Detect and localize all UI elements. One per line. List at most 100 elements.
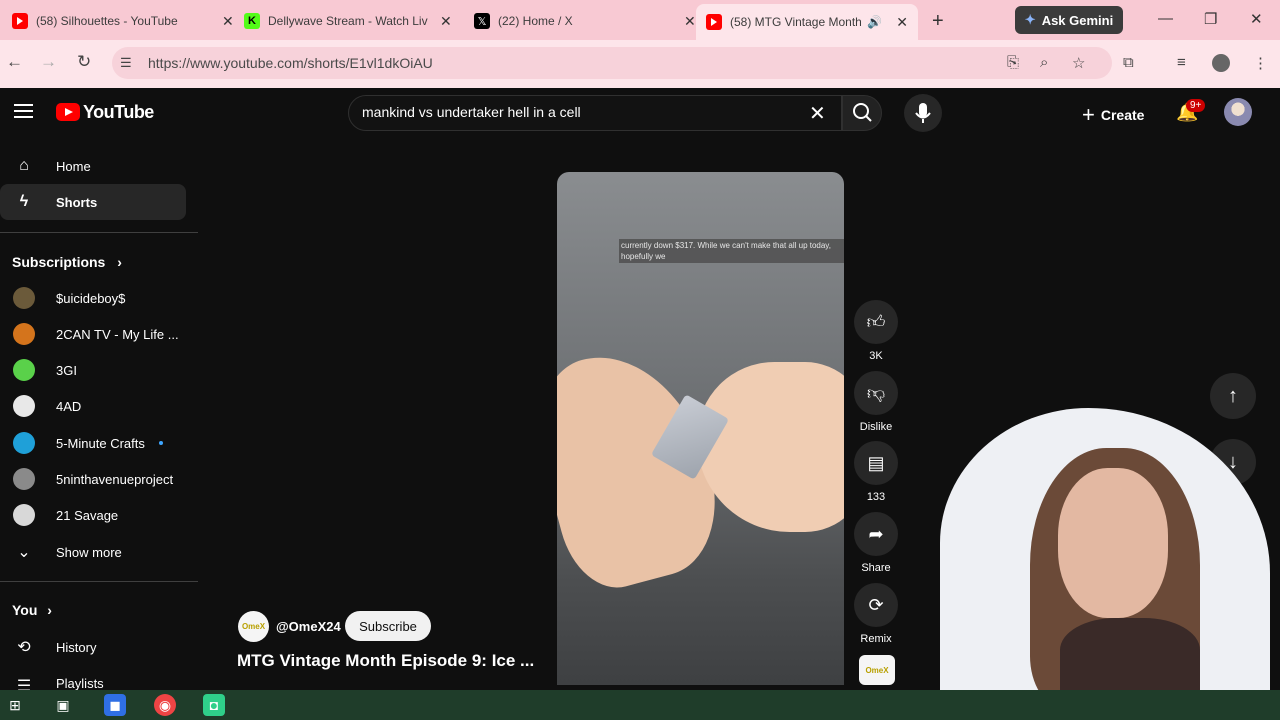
sidebar-divider: [0, 581, 198, 582]
webcam-overlay: [930, 408, 1280, 708]
subscription-label: $uicideboy$: [56, 290, 126, 306]
youtube-logo-text[interactable]: YouTube: [83, 102, 154, 123]
speaker-icon[interactable]: 🔊: [867, 15, 882, 29]
subscription-label: 2CAN TV - My Life ...: [56, 326, 179, 342]
short-title[interactable]: MTG Vintage Month Episode 9: Ice ...: [237, 651, 534, 671]
close-icon[interactable]: ✕: [440, 13, 452, 30]
voice-search-button[interactable]: [904, 94, 942, 132]
sidebar-subscription[interactable]: 3GI: [0, 352, 186, 388]
chrome-icon[interactable]: ◉: [154, 694, 176, 716]
close-icon[interactable]: ✕: [684, 13, 696, 30]
subscriptions-header-label: Subscriptions: [12, 254, 106, 270]
you-header[interactable]: You ›: [12, 602, 52, 618]
sidebar-item-label: Home: [56, 158, 91, 174]
browser-tab-2[interactable]: K Dellywave Stream - Watch Liv ✕: [234, 6, 462, 36]
sidebar-item-shorts[interactable]: ϟ Shorts: [0, 184, 186, 220]
comments-button[interactable]: ▤ 133: [854, 441, 898, 503]
sound-thumbnail[interactable]: OmeX: [859, 655, 895, 685]
close-icon[interactable]: ✕: [896, 14, 908, 31]
profile-avatar[interactable]: [1212, 54, 1230, 72]
sidebar-item-playlists[interactable]: ☰ Playlists: [0, 666, 186, 690]
gemini-icon: ✦: [1024, 12, 1036, 27]
browser-tab-4-active[interactable]: (58) MTG Vintage Month 🔊 ✕: [696, 4, 918, 40]
subscription-label: 5-Minute Crafts: [56, 435, 145, 451]
back-icon[interactable]: ←: [6, 52, 23, 72]
webcam-face: [1058, 468, 1168, 618]
sidebar-subscription[interactable]: 5ninthavenueproject: [0, 461, 186, 497]
channel-avatar: [13, 323, 35, 345]
minimize-icon[interactable]: —: [1158, 10, 1173, 27]
remix-button[interactable]: ⟳ Remix: [854, 583, 898, 645]
ask-gemini-button[interactable]: ✦ Ask Gemini: [1015, 6, 1123, 34]
you-header-label: You: [12, 602, 38, 618]
short-video-player[interactable]: currently down $317. While we can't make…: [557, 172, 844, 685]
search-icon: [853, 103, 872, 122]
zoom-icon[interactable]: ⌕: [1040, 54, 1048, 71]
forward-icon[interactable]: →: [40, 52, 57, 72]
tab-title: (22) Home / X: [498, 14, 573, 28]
like-count: 3K: [869, 350, 883, 362]
extensions-icon[interactable]: ⧉: [1123, 54, 1134, 71]
app-icon[interactable]: ◼: [104, 694, 126, 716]
windows-start-icon[interactable]: ⊞: [4, 694, 26, 716]
tab-title: Dellywave Stream - Watch Liv: [268, 14, 428, 28]
share-button[interactable]: ➦ Share: [854, 512, 898, 574]
youtube-logo-icon[interactable]: [56, 103, 80, 121]
new-content-dot: [158, 441, 163, 445]
tab-title: (58) MTG Vintage Month: [730, 15, 862, 29]
browser-menu-icon[interactable]: ⋮: [1253, 54, 1268, 72]
url-text[interactable]: https://www.youtube.com/shorts/E1vl1dkOi…: [148, 55, 433, 71]
like-button[interactable]: 👍︎ 3K: [854, 300, 898, 362]
sidebar-subscription[interactable]: $uicideboy$: [0, 280, 186, 316]
bookmark-star-icon[interactable]: ☆: [1072, 54, 1085, 72]
webcam-shirt: [1060, 618, 1200, 698]
hamburger-menu-icon[interactable]: [14, 104, 33, 118]
history-icon: ⟲: [17, 639, 31, 656]
video-caption: currently down $317. While we can't make…: [619, 239, 844, 263]
channel-avatar[interactable]: OmeX: [238, 611, 269, 642]
media-control-icon[interactable]: ≡: [1177, 54, 1186, 71]
clear-search-icon[interactable]: ✕: [809, 101, 826, 126]
share-label: Share: [861, 562, 891, 574]
site-settings-icon[interactable]: ☰: [120, 55, 132, 71]
subscription-label: 5ninthavenueproject: [56, 471, 174, 487]
comments-count: 133: [866, 491, 886, 503]
microphone-icon: [915, 103, 931, 123]
channel-handle[interactable]: @OmeX24: [276, 619, 341, 634]
sidebar-subscription[interactable]: 4AD: [0, 388, 186, 424]
sidebar-item-label: Shorts: [56, 194, 98, 210]
subscription-label: 4AD: [56, 398, 82, 414]
reload-icon[interactable]: ↻: [77, 52, 91, 72]
sidebar-subscription[interactable]: 21 Savage: [0, 497, 186, 533]
new-tab-button[interactable]: +: [932, 10, 944, 33]
install-app-icon[interactable]: ⎘: [1007, 54, 1019, 71]
sidebar-subscription[interactable]: 2CAN TV - My Life ...: [0, 316, 186, 352]
share-icon: ➦: [854, 512, 898, 556]
subscription-label: 21 Savage: [56, 507, 119, 523]
playlists-icon: ☰: [16, 678, 32, 690]
dislike-label: Dislike: [859, 421, 893, 433]
search-button[interactable]: [842, 95, 882, 131]
restore-icon[interactable]: ❐: [1204, 10, 1217, 28]
show-more-button[interactable]: ⌄ Show more: [0, 534, 186, 570]
sidebar-subscription[interactable]: 5-Minute Crafts: [0, 425, 186, 461]
windows-taskbar: [0, 690, 1280, 720]
channel-avatar: [13, 359, 35, 381]
shorts-icon: ϟ: [19, 193, 29, 210]
dislike-button[interactable]: 👎︎ Dislike: [854, 371, 898, 433]
account-avatar[interactable]: [1224, 98, 1252, 126]
browser-tab-1[interactable]: (58) Silhouettes - YouTube ✕: [2, 6, 244, 36]
browser-tab-3[interactable]: 𝕏 (22) Home / X ✕: [464, 6, 706, 36]
ask-gemini-label: Ask Gemini: [1041, 12, 1114, 28]
sidebar-item-home[interactable]: ⌂ Home: [0, 148, 186, 184]
subscribe-button[interactable]: Subscribe: [345, 611, 431, 641]
search-query[interactable]: mankind vs undertaker hell in a cell: [362, 104, 581, 120]
sidebar-item-history[interactable]: ⟲ History: [0, 629, 186, 665]
close-icon[interactable]: ✕: [222, 13, 234, 30]
window-close-icon[interactable]: ✕: [1250, 10, 1263, 28]
subscriptions-header[interactable]: Subscriptions ›: [12, 254, 122, 270]
task-view-icon[interactable]: ▣: [52, 694, 74, 716]
app-icon[interactable]: ◘: [203, 694, 225, 716]
create-button[interactable]: + Create: [1082, 102, 1144, 128]
arrow-up-icon: ↑: [1228, 384, 1238, 407]
